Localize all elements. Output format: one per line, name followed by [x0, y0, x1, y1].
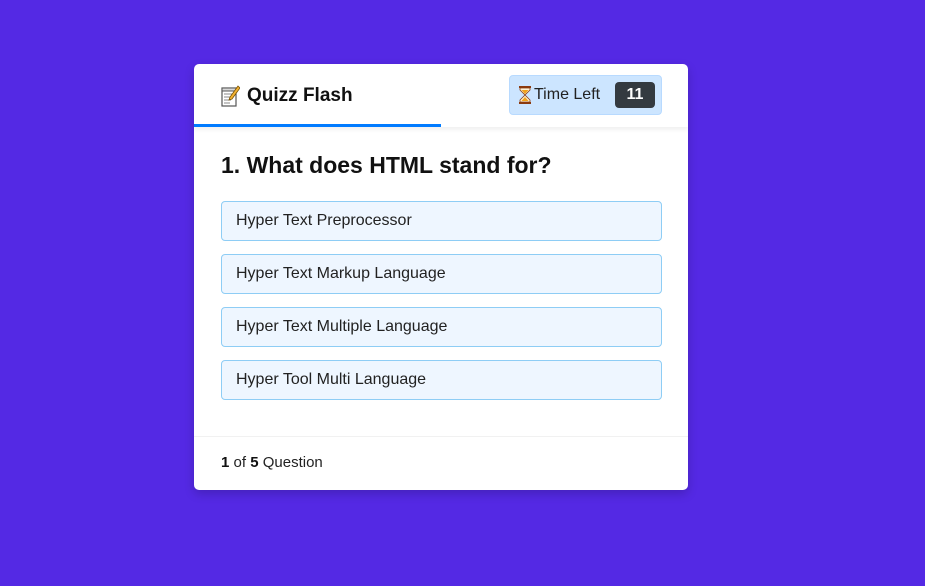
counter-of: of	[233, 454, 247, 471]
timer-value: 11	[615, 82, 655, 108]
memo-icon	[221, 85, 241, 107]
question-counter: 1 of 5 Question	[221, 454, 323, 471]
timer-label: Time Left	[534, 86, 601, 103]
hourglass-icon	[518, 86, 532, 104]
app-title: Quizz Flash	[247, 85, 353, 106]
option-1[interactable]: Hyper Text Preprocessor	[221, 201, 662, 241]
counter-suffix: Question	[262, 454, 323, 471]
option-2[interactable]: Hyper Text Markup Language	[221, 254, 662, 294]
option-list: Hyper Text Preprocessor Hyper Text Marku…	[221, 201, 662, 413]
option-3[interactable]: Hyper Text Multiple Language	[221, 307, 662, 347]
quiz-title: Quizz Flash	[221, 84, 353, 108]
current-question-number: 1	[221, 454, 230, 471]
question-text: 1. What does HTML stand for?	[221, 152, 552, 178]
total-questions: 5	[250, 454, 259, 471]
quiz-header: Quizz Flash Time Left 11	[194, 64, 688, 127]
time-progress-bar	[194, 124, 441, 127]
quiz-card: Quizz Flash Time Left 11 1. What does HT…	[194, 64, 688, 490]
timer: Time Left 11	[509, 75, 662, 115]
footer-divider	[194, 436, 688, 437]
option-4[interactable]: Hyper Tool Multi Language	[221, 360, 662, 400]
